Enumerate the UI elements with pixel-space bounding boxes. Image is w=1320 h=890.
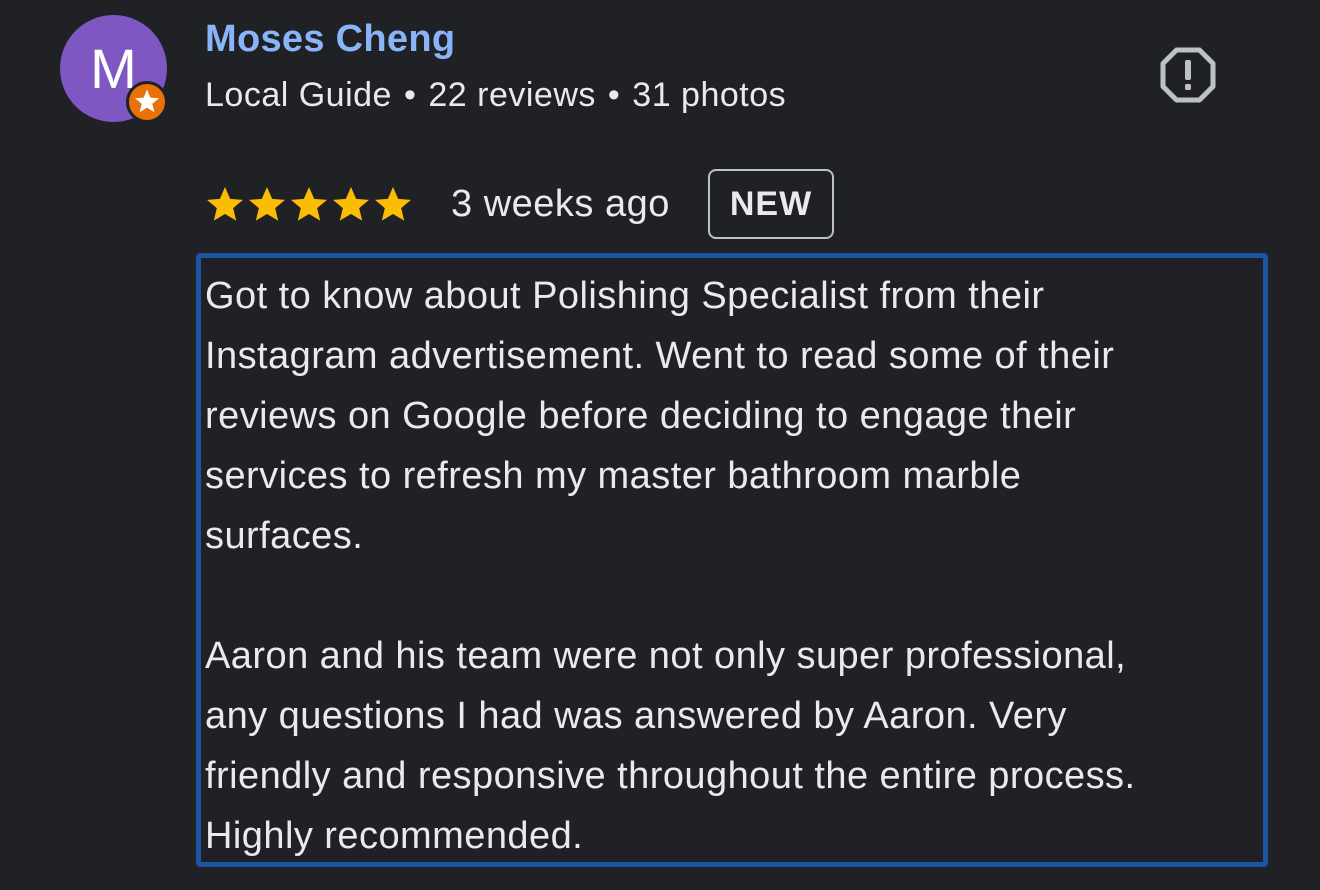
report-icon[interactable] bbox=[1159, 46, 1217, 104]
review-text-highlight: Got to know about Polishing Specialist f… bbox=[196, 253, 1268, 867]
star-icon bbox=[291, 187, 327, 221]
reviewer-review-count: 22 reviews bbox=[428, 76, 596, 114]
review-date: 3 weeks ago bbox=[451, 182, 670, 225]
star-icon bbox=[207, 187, 243, 221]
meta-separator: • bbox=[607, 76, 621, 114]
star-rating bbox=[205, 184, 413, 224]
reviewer-level: Local Guide bbox=[205, 76, 392, 114]
rating-row: 3 weeks ago NEW bbox=[205, 168, 835, 240]
reviewer-name[interactable]: Moses Cheng bbox=[205, 18, 455, 61]
reviewer-meta: Local Guide • 22 reviews • 31 photos bbox=[205, 76, 786, 115]
review-text: Got to know about Polishing Specialist f… bbox=[205, 275, 1136, 857]
star-icon bbox=[375, 187, 411, 221]
review-card: M Moses Cheng Local Guide • 22 reviews • 31 … bbox=[0, 0, 1320, 890]
new-badge: NEW bbox=[707, 169, 835, 239]
meta-separator: • bbox=[403, 76, 417, 114]
star-icon bbox=[249, 187, 285, 221]
star-icon bbox=[333, 187, 369, 221]
reviewer-photo-count: 31 photos bbox=[632, 76, 787, 114]
local-guide-star-icon bbox=[126, 81, 168, 123]
